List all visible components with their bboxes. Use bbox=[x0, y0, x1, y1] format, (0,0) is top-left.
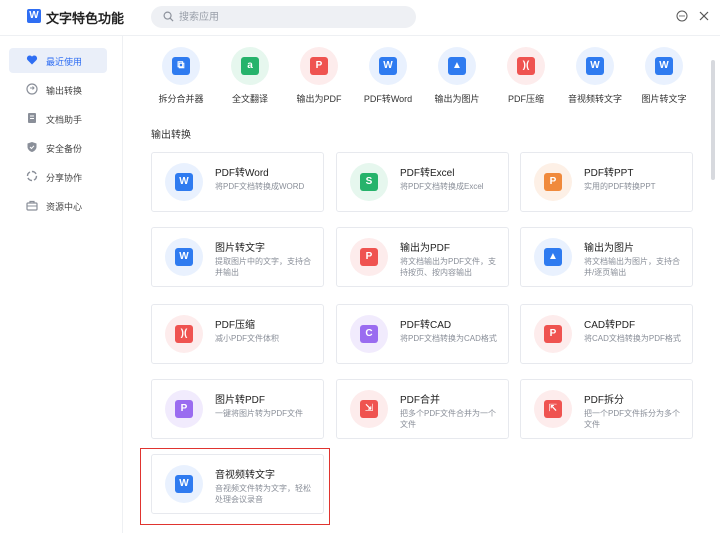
av-to-text-icon: W bbox=[586, 57, 604, 75]
card-pdf-to-excel[interactable]: S PDF转Excel 将PDF文档转换成Excel bbox=[336, 152, 509, 212]
search-icon bbox=[163, 11, 174, 22]
quick-item-av-to-text[interactable]: W 音视频转文字 bbox=[565, 47, 625, 107]
pdf-to-cad-icon: C bbox=[360, 325, 378, 343]
card-export-image[interactable]: ▲ 输出为图片 将文档输出为图片，支持合并/逐页输出 bbox=[520, 227, 693, 287]
share-icon bbox=[26, 170, 38, 182]
card-title: PDF转Word bbox=[215, 168, 269, 179]
card-description: 一键将图片转为PDF文件 bbox=[215, 409, 303, 418]
main-content: ⧉ 拆分合并器 a 全文翻译 P 输出为PDF W PDF转Word ▲ 输出为… bbox=[124, 36, 720, 533]
pdf-to-word-icon: W bbox=[379, 57, 397, 75]
pdf-split-icon: ⇱ bbox=[544, 400, 562, 418]
quick-item-image-to-text[interactable]: W 图片转文字 bbox=[634, 47, 694, 107]
card-description: 音视频文件转为文字，轻松处理会议录音 bbox=[215, 484, 311, 504]
card-description: 把一个PDF文件拆分为多个文件 bbox=[584, 409, 680, 429]
feedback-icon[interactable] bbox=[676, 10, 688, 22]
image-to-text-icon: W bbox=[175, 248, 193, 266]
card-description: 提取图片中的文字，支持合并输出 bbox=[215, 257, 311, 277]
quick-item-export-pdf[interactable]: P 输出为PDF bbox=[289, 47, 349, 107]
resource-icon bbox=[26, 200, 38, 211]
card-title: PDF压缩 bbox=[215, 320, 255, 331]
card-description: 将PDF文档转换成WORD bbox=[215, 182, 305, 191]
header-bar: W 文字特色功能 bbox=[0, 0, 720, 36]
pdf-to-excel-icon: S bbox=[360, 173, 378, 191]
card-pdf-merge[interactable]: ⇲ PDF合并 把多个PDF文件合并为一个文件 bbox=[336, 379, 509, 439]
sidebar-item-label: 文档助手 bbox=[46, 115, 83, 125]
cad-to-pdf-icon: P bbox=[544, 325, 562, 343]
close-icon[interactable] bbox=[698, 10, 710, 22]
card-pdf-split[interactable]: ⇱ PDF拆分 把一个PDF文件拆分为多个文件 bbox=[520, 379, 693, 439]
card-cad-to-pdf[interactable]: P CAD转PDF 将CAD文档转换为PDF格式 bbox=[520, 304, 693, 364]
card-av-to-text[interactable]: W 音视频转文字 音视频文件转为文字，轻松处理会议录音 bbox=[151, 454, 324, 514]
document-icon bbox=[28, 113, 36, 123]
card-title: CAD转PDF bbox=[584, 320, 636, 331]
export-image-icon: ▲ bbox=[544, 248, 562, 266]
av-to-text-icon: W bbox=[175, 475, 193, 493]
vertical-scrollbar[interactable] bbox=[711, 60, 715, 180]
card-description: 将文档输出为图片，支持合并/逐页输出 bbox=[584, 257, 680, 277]
card-description: 实用的PDF转换PPT bbox=[584, 182, 656, 191]
card-description: 将文档输出为PDF文件，支持按页、按内容输出 bbox=[400, 257, 496, 277]
card-title: 输出为图片 bbox=[584, 243, 634, 254]
sidebar-item-doc-assistant[interactable]: 文档助手 bbox=[9, 106, 107, 131]
card-description: 将PDF文档转换为CAD格式 bbox=[400, 334, 497, 343]
card-pdf-to-word[interactable]: W PDF转Word 将PDF文档转换成WORD bbox=[151, 152, 324, 212]
card-title: PDF转Excel bbox=[400, 168, 455, 179]
search-box[interactable] bbox=[151, 6, 416, 28]
split-merge-icon: ⧉ bbox=[172, 57, 190, 75]
shield-icon bbox=[27, 142, 37, 152]
section-title: 输出转换 bbox=[151, 130, 191, 141]
app-title: 文字特色功能 bbox=[46, 11, 125, 26]
quick-item-export-image[interactable]: ▲ 输出为图片 bbox=[427, 47, 487, 107]
sidebar-item-label: 分享协作 bbox=[46, 173, 83, 183]
card-description: 将CAD文档转换为PDF格式 bbox=[584, 334, 681, 343]
pdf-to-ppt-icon: P bbox=[544, 173, 562, 191]
card-description: 减小PDF文件体积 bbox=[215, 334, 279, 343]
card-title: PDF合并 bbox=[400, 395, 440, 406]
card-title: 图片转PDF bbox=[215, 395, 265, 406]
pdf-to-word-icon: W bbox=[175, 173, 193, 191]
pdf-compress-icon: )( bbox=[175, 325, 193, 343]
export-pdf-icon: P bbox=[360, 248, 378, 266]
card-title: 音视频转文字 bbox=[215, 470, 275, 481]
pdf-compress-icon: )( bbox=[517, 57, 535, 75]
card-pdf-to-ppt[interactable]: P PDF转PPT 实用的PDF转换PPT bbox=[520, 152, 693, 212]
export-image-icon: ▲ bbox=[448, 57, 466, 75]
sidebar-item-recent[interactable]: 最近使用 bbox=[9, 48, 107, 73]
quick-item-pdf-to-word[interactable]: W PDF转Word bbox=[358, 47, 418, 107]
sidebar-item-output-convert[interactable]: 输出转换 bbox=[9, 77, 107, 102]
card-title: PDF拆分 bbox=[584, 395, 624, 406]
card-title: PDF转PPT bbox=[584, 168, 634, 179]
sidebar-item-label: 安全备份 bbox=[46, 144, 83, 154]
card-title: PDF转CAD bbox=[400, 320, 452, 331]
sidebar-item-resources[interactable]: 资源中心 bbox=[9, 193, 107, 218]
pdf-merge-icon: ⇲ bbox=[360, 400, 378, 418]
card-image-to-text[interactable]: W 图片转文字 提取图片中的文字，支持合并输出 bbox=[151, 227, 324, 287]
quick-item-split-merge[interactable]: ⧉ 拆分合并器 bbox=[151, 47, 211, 107]
card-export-pdf[interactable]: P 输出为PDF 将文档输出为PDF文件，支持按页、按内容输出 bbox=[336, 227, 509, 287]
app-logo-icon: W bbox=[27, 9, 41, 23]
sidebar-item-label: 最近使用 bbox=[46, 57, 83, 67]
convert-icon bbox=[26, 83, 38, 95]
sidebar: 最近使用 输出转换 文档助手 安全备份 分享协作 资源中心 bbox=[0, 36, 123, 533]
translate-icon: a bbox=[241, 57, 259, 75]
card-description: 把多个PDF文件合并为一个文件 bbox=[400, 409, 496, 429]
export-pdf-icon: P bbox=[310, 57, 328, 75]
quick-item-pdf-compress[interactable]: )( PDF压缩 bbox=[496, 47, 556, 107]
sidebar-item-label: 输出转换 bbox=[46, 86, 83, 96]
card-pdf-compress[interactable]: )( PDF压缩 减小PDF文件体积 bbox=[151, 304, 324, 364]
image-to-text-icon: W bbox=[655, 57, 673, 75]
card-description: 将PDF文档转换成Excel bbox=[400, 182, 484, 191]
heart-icon bbox=[26, 55, 38, 65]
sidebar-item-security-backup[interactable]: 安全备份 bbox=[9, 135, 107, 160]
card-image-to-pdf[interactable]: P 图片转PDF 一键将图片转为PDF文件 bbox=[151, 379, 324, 439]
search-input[interactable] bbox=[179, 9, 409, 25]
sidebar-item-share[interactable]: 分享协作 bbox=[9, 164, 107, 189]
card-pdf-to-cad[interactable]: C PDF转CAD 将PDF文档转换为CAD格式 bbox=[336, 304, 509, 364]
card-title: 输出为PDF bbox=[400, 243, 450, 254]
image-to-pdf-icon: P bbox=[175, 400, 193, 418]
card-title: 图片转文字 bbox=[215, 243, 265, 254]
quick-item-translate[interactable]: a 全文翻译 bbox=[220, 47, 280, 107]
sidebar-item-label: 资源中心 bbox=[46, 202, 83, 212]
